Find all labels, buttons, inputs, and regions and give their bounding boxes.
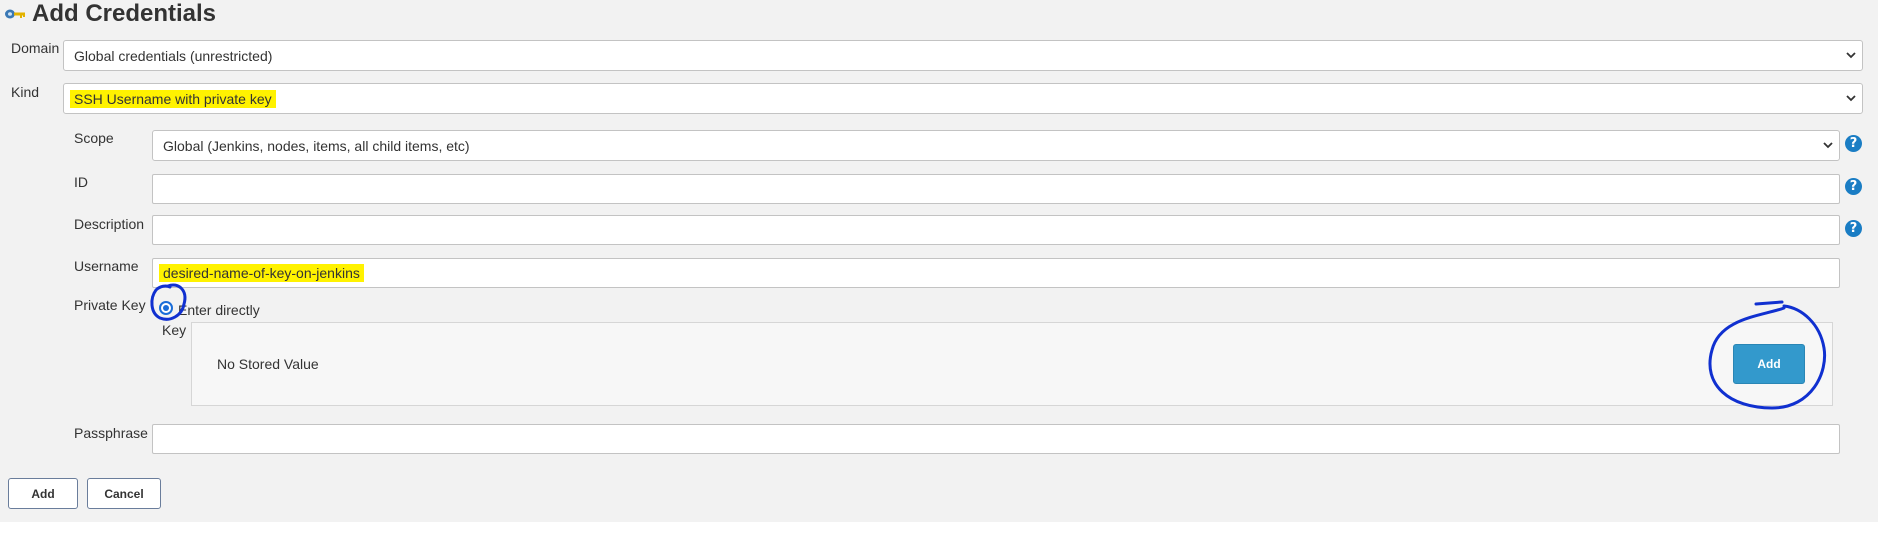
kind-label: Kind bbox=[11, 84, 40, 100]
id-label: ID bbox=[74, 174, 88, 190]
kind-select[interactable]: SSH Username with private key bbox=[63, 83, 1863, 114]
chevron-down-icon bbox=[1846, 95, 1856, 102]
passphrase-label: Passphrase bbox=[74, 425, 148, 441]
enter-directly-radio[interactable] bbox=[159, 301, 173, 315]
chevron-down-icon bbox=[1823, 142, 1833, 149]
passphrase-input[interactable] bbox=[152, 424, 1840, 454]
description-input[interactable] bbox=[152, 215, 1840, 245]
domain-label: Domain bbox=[11, 40, 60, 56]
scope-select-value: Global (Jenkins, nodes, items, all child… bbox=[163, 137, 470, 154]
description-help-icon[interactable]: ? bbox=[1845, 220, 1862, 237]
domain-select[interactable]: Global credentials (unrestricted) bbox=[63, 40, 1863, 71]
id-input[interactable] bbox=[152, 174, 1840, 204]
scope-help-icon[interactable]: ? bbox=[1845, 135, 1862, 152]
cancel-button[interactable]: Cancel bbox=[87, 478, 161, 509]
domain-select-value: Global credentials (unrestricted) bbox=[74, 47, 273, 64]
username-label: Username bbox=[74, 258, 139, 274]
key-panel: No Stored Value Add bbox=[191, 322, 1833, 406]
page-header: Add Credentials bbox=[4, 0, 216, 28]
add-key-button[interactable]: Add bbox=[1733, 344, 1805, 384]
kind-select-value: SSH Username with private key bbox=[70, 89, 276, 108]
description-label: Description bbox=[74, 216, 145, 232]
radio-selected-dot bbox=[163, 305, 169, 311]
scope-select[interactable]: Global (Jenkins, nodes, items, all child… bbox=[152, 130, 1840, 161]
page-title: Add Credentials bbox=[32, 0, 217, 27]
key-status: No Stored Value bbox=[217, 356, 319, 372]
scope-label: Scope bbox=[74, 130, 114, 146]
add-button[interactable]: Add bbox=[8, 478, 78, 509]
chevron-down-icon bbox=[1846, 52, 1856, 59]
username-value: desired-name-of-key-on-jenkins bbox=[159, 264, 364, 282]
username-input[interactable]: desired-name-of-key-on-jenkins bbox=[152, 258, 1840, 288]
credentials-page: Add Credentials Domain Global credential… bbox=[0, 0, 1878, 522]
private-key-label: Private Key bbox=[74, 297, 146, 313]
enter-directly-label[interactable]: Enter directly bbox=[178, 302, 260, 318]
key-label: Key bbox=[162, 322, 187, 338]
id-help-icon[interactable]: ? bbox=[1845, 178, 1862, 195]
credentials-key-icon bbox=[5, 9, 25, 19]
